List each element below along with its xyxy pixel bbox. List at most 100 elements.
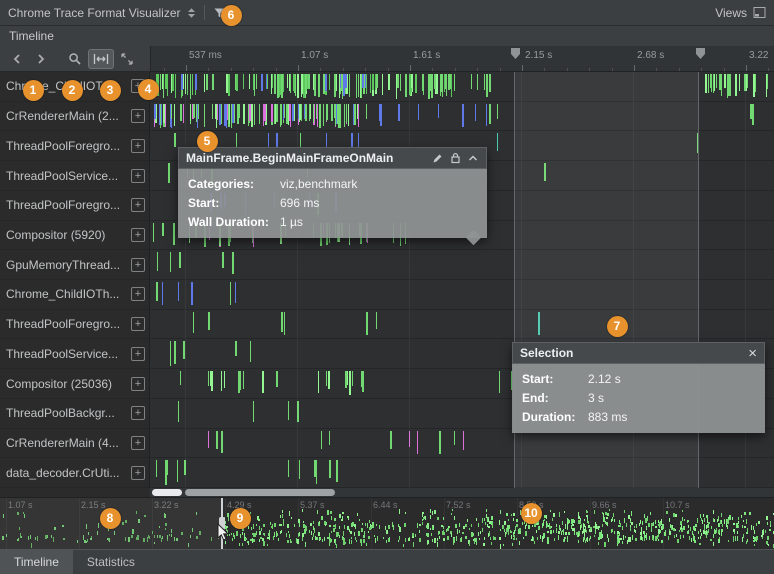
close-icon[interactable]: ×	[748, 346, 757, 361]
trace-mark[interactable]	[236, 74, 238, 91]
trace-mark[interactable]	[347, 371, 348, 385]
next-arrow-icon[interactable]	[30, 49, 52, 69]
views-label[interactable]: Views	[715, 6, 747, 20]
trace-mark[interactable]	[162, 223, 164, 237]
track-label[interactable]: ThreadPoolService...+	[0, 339, 150, 368]
trace-mark[interactable]	[208, 431, 209, 448]
trace-mark[interactable]	[438, 104, 439, 119]
trace-mark[interactable]	[366, 104, 367, 119]
trace-mark[interactable]	[165, 104, 166, 127]
trace-mark[interactable]	[308, 74, 309, 88]
trace-mark[interactable]	[208, 312, 210, 330]
trace-mark[interactable]	[298, 104, 299, 120]
trace-mark[interactable]	[226, 74, 228, 93]
trace-mark[interactable]	[173, 74, 174, 91]
trace-mark[interactable]	[409, 74, 411, 95]
trace-mark[interactable]	[295, 74, 296, 96]
trace-mark[interactable]	[345, 74, 347, 88]
selection-marker-pin[interactable]	[511, 48, 520, 59]
trace-mark[interactable]	[235, 341, 237, 356]
trace-mark[interactable]	[314, 74, 316, 96]
trace-mark[interactable]	[279, 74, 280, 97]
track-label[interactable]: ThreadPoolForegro...+	[0, 310, 150, 339]
trace-mark[interactable]	[362, 74, 364, 88]
trace-mark[interactable]	[219, 104, 221, 125]
trace-mark[interactable]	[361, 371, 362, 387]
trace-mark[interactable]	[160, 74, 161, 90]
trace-mark[interactable]	[276, 371, 278, 386]
trace-mark[interactable]	[160, 104, 161, 129]
trace-mark[interactable]	[224, 371, 225, 388]
trace-mark[interactable]	[185, 74, 186, 94]
trace-mark[interactable]	[739, 74, 740, 91]
trace-mark[interactable]	[471, 74, 472, 89]
trace-mark[interactable]	[290, 104, 291, 127]
trace-mark[interactable]	[489, 74, 491, 92]
lock-icon[interactable]	[450, 152, 461, 164]
trace-mark[interactable]	[400, 74, 401, 91]
trace-mark[interactable]	[271, 74, 272, 94]
trace-mark[interactable]	[276, 104, 277, 122]
trace-mark[interactable]	[286, 104, 288, 124]
trace-mark[interactable]	[382, 74, 383, 95]
trace-mark[interactable]	[348, 104, 349, 126]
trace-mark[interactable]	[325, 74, 327, 91]
trace-mark[interactable]	[365, 74, 366, 88]
trace-mark[interactable]	[183, 104, 184, 124]
trace-mark[interactable]	[234, 104, 235, 124]
trace-mark[interactable]	[321, 431, 322, 450]
trace-mark[interactable]	[376, 312, 377, 329]
collapse-chevron-icon[interactable]	[467, 153, 479, 163]
trace-mark[interactable]	[288, 401, 289, 420]
trace-mark[interactable]	[221, 371, 222, 391]
trace-mark[interactable]	[170, 104, 171, 127]
trace-mark[interactable]	[705, 74, 707, 93]
trace-mark[interactable]	[713, 74, 714, 93]
trace-mark[interactable]	[349, 74, 350, 97]
trace-mark[interactable]	[283, 104, 284, 120]
trace-mark[interactable]	[162, 282, 163, 305]
trace-mark[interactable]	[193, 312, 194, 333]
trace-mark[interactable]	[318, 74, 320, 97]
trace-mark[interactable]	[728, 74, 730, 96]
scrollbar-thumb[interactable]	[185, 489, 335, 496]
trace-mark[interactable]	[409, 431, 410, 447]
trace-mark[interactable]	[754, 74, 755, 97]
trace-mark[interactable]	[727, 74, 728, 98]
views-panel-icon[interactable]	[753, 6, 766, 19]
trace-mark[interactable]	[766, 74, 767, 97]
trace-mark[interactable]	[208, 371, 209, 385]
expand-track-icon[interactable]: +	[131, 317, 145, 331]
trace-mark[interactable]	[166, 460, 167, 484]
trace-mark[interactable]	[432, 74, 433, 98]
trace-mark[interactable]	[221, 431, 223, 454]
trace-mark[interactable]	[284, 312, 285, 335]
trace-mark[interactable]	[156, 460, 157, 477]
trace-mark[interactable]	[418, 104, 419, 121]
trace-mark[interactable]	[499, 371, 500, 393]
trace-mark[interactable]	[299, 460, 300, 479]
trace-mark[interactable]	[366, 312, 368, 335]
selection-marker-pin[interactable]	[696, 48, 705, 59]
trace-mark[interactable]	[271, 104, 273, 122]
trace-mark[interactable]	[262, 371, 264, 393]
trace-mark[interactable]	[417, 431, 418, 455]
expand-track-icon[interactable]: +	[131, 287, 145, 301]
trace-mark[interactable]	[170, 252, 171, 272]
trace-mark[interactable]	[358, 104, 359, 127]
tab-timeline[interactable]: Timeline	[0, 550, 73, 574]
trace-mark[interactable]	[243, 74, 244, 89]
trace-mark[interactable]	[162, 74, 163, 89]
trace-mark[interactable]	[337, 104, 338, 124]
trace-mark[interactable]	[317, 104, 318, 128]
track-label[interactable]: Chrome_ChildIOTh...+	[0, 280, 150, 309]
trace-mark[interactable]	[329, 74, 330, 90]
track-label[interactable]: data_decoder.CrUti...+	[0, 458, 150, 487]
trace-mark[interactable]	[538, 312, 540, 335]
track-lane[interactable]	[150, 102, 774, 131]
trace-mark[interactable]	[328, 371, 330, 389]
track-lane[interactable]	[150, 72, 774, 101]
trace-mark[interactable]	[277, 74, 279, 98]
trace-mark[interactable]	[183, 341, 185, 358]
trace-mark[interactable]	[180, 104, 182, 121]
